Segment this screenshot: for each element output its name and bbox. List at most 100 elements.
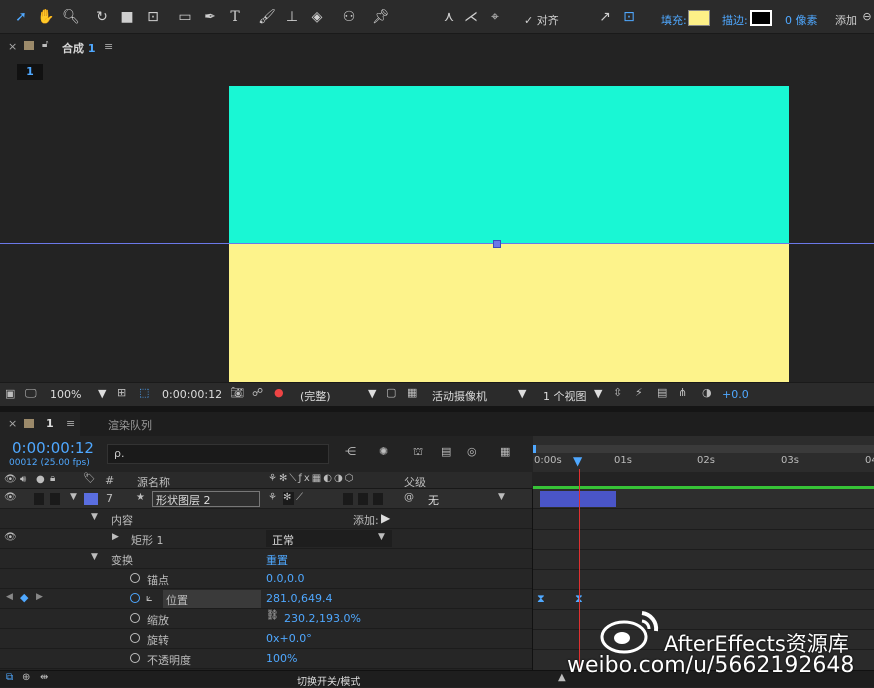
playhead-line[interactable] <box>579 469 580 671</box>
snapshot-icon[interactable]: 📷︎ <box>230 386 244 399</box>
stretch-pane-icon[interactable]: ⇹ <box>40 672 48 683</box>
rotate-tool-icon[interactable]: ↻ <box>93 8 111 26</box>
blend-mode-select[interactable]: 正常 ▼ <box>266 530 392 547</box>
graph-editor-icon[interactable]: ▦ <box>500 445 510 458</box>
align-checkbox[interactable]: ✓ 对齐 <box>524 12 559 28</box>
clone-stamp-tool-icon[interactable]: ⊥ <box>283 8 301 26</box>
pan-behind-tool-icon[interactable]: ⊡ <box>144 8 162 26</box>
panel-menu-icon[interactable]: ≡ <box>66 417 75 430</box>
property-value[interactable]: 230.2,193.0% <box>284 612 361 625</box>
property-value[interactable]: 0.0,0.0 <box>266 572 304 585</box>
eraser-tool-icon[interactable]: ◈ <box>308 8 326 26</box>
selection-tool-icon[interactable]: ➚ <box>12 8 30 26</box>
rectangle-group-label[interactable]: 矩形 1 <box>131 532 164 548</box>
property-value[interactable]: 0x+0.0° <box>266 632 312 645</box>
camera-tool-icon[interactable]: ■ <box>118 8 136 26</box>
axis-view-icon[interactable]: ⌖ <box>486 8 504 26</box>
composition-viewer[interactable] <box>0 84 874 382</box>
resolution-dropdown-icon[interactable]: ▼ <box>368 387 376 400</box>
exposure-value[interactable]: +0.0 <box>722 388 749 401</box>
text-tool-icon[interactable]: T <box>226 8 244 26</box>
work-area-bar[interactable] <box>534 445 874 453</box>
graph-icon[interactable]: ⟀ <box>146 591 153 605</box>
rectangle-tool-icon[interactable]: ▭ <box>176 8 194 26</box>
flowchart-icon[interactable]: ⋔ <box>678 386 687 399</box>
color-channels-icon[interactable]: ● <box>274 386 284 399</box>
stroke-swatch[interactable] <box>750 10 772 26</box>
viewer-timecode[interactable]: 0:00:00:12 <box>162 388 222 401</box>
comp-tab[interactable]: 合成 1 <box>62 40 96 56</box>
property-value[interactable]: 281.0,649.4 <box>266 592 332 605</box>
eye-icon[interactable]: 👁︎ <box>4 532 17 543</box>
brush-tool-icon[interactable]: 🖌︎ <box>258 8 276 26</box>
zoom-dropdown-icon[interactable]: ▼ <box>98 387 106 400</box>
snap-icon[interactable]: ↗ <box>596 8 614 26</box>
shy-layers-icon[interactable]: ⛫ <box>413 445 423 460</box>
stopwatch-icon[interactable] <box>130 613 140 623</box>
safe-zones-icon[interactable]: ⊞ <box>117 386 126 399</box>
close-icon[interactable]: × <box>8 40 17 53</box>
reset-exposure-icon[interactable]: ◑ <box>702 386 712 399</box>
transparency-grid-icon[interactable]: ⬚ <box>139 386 149 399</box>
expand-triangle-icon[interactable]: ▼ <box>91 512 98 522</box>
transfer-controls-icon[interactable]: ⊕ <box>22 672 30 683</box>
layer-duration-bar[interactable] <box>540 491 616 507</box>
playhead-handle[interactable]: ▼ <box>573 455 582 467</box>
collapse-switch-icon[interactable]: ✻ <box>283 492 294 505</box>
camera-select[interactable]: 活动摄像机 <box>432 388 487 404</box>
eye-icon[interactable]: 👁︎ <box>4 492 17 503</box>
layer-name[interactable]: 形状图层 2 <box>152 491 260 507</box>
property-value[interactable]: 100% <box>266 652 297 665</box>
zoom-out-icon[interactable]: ▲ <box>558 672 566 683</box>
zoom-level[interactable]: 100% <box>50 388 81 401</box>
pickwhip-icon[interactable]: @ <box>404 492 414 503</box>
monitor-icon[interactable]: 🖵 <box>25 386 37 401</box>
frame-blending-icon[interactable]: ▤ <box>441 445 451 458</box>
keyframe-icon[interactable]: ⧗ <box>537 592 545 606</box>
add-menu-icon[interactable]: ▶ <box>381 511 390 525</box>
add-menu-icon[interactable]: ⊖ <box>858 8 874 26</box>
camera-dropdown-icon[interactable]: ▼ <box>518 387 526 400</box>
timeline-icon[interactable]: ▤ <box>657 386 667 399</box>
add-keyframe-icon[interactable]: ◆ <box>20 591 28 604</box>
view-dropdown-icon[interactable]: ▼ <box>594 387 602 400</box>
lock-toggle[interactable] <box>50 493 60 505</box>
expand-triangle-icon[interactable]: ▼ <box>70 492 77 502</box>
axis-local-icon[interactable]: ⋏ <box>440 8 458 26</box>
zoom-tool-icon[interactable]: 🔍︎ <box>62 8 80 26</box>
pixel-aspect-icon[interactable]: ⇳ <box>613 386 622 399</box>
pen-tool-icon[interactable]: ✒ <box>201 8 219 26</box>
stopwatch-icon[interactable] <box>130 573 140 583</box>
axis-world-icon[interactable]: ⋌ <box>462 8 480 26</box>
current-time[interactable]: 0:00:00:12 <box>12 439 94 457</box>
shy-switch-icon[interactable]: ⚘ <box>268 492 277 503</box>
prev-keyframe-icon[interactable]: ◀ <box>6 592 13 602</box>
stroke-width[interactable]: 0 像素 <box>785 12 818 28</box>
label-color-swatch[interactable] <box>84 493 98 505</box>
motion-blur-switch[interactable] <box>358 493 368 505</box>
source-name-column[interactable]: 源名称 <box>137 474 170 490</box>
always-preview-icon[interactable]: ▣ <box>5 387 15 400</box>
solo-toggle[interactable] <box>34 493 44 505</box>
add-label[interactable]: 添加 <box>835 12 857 28</box>
fast-preview-icon[interactable]: ⚡ <box>635 386 643 399</box>
parent-select[interactable]: 无 <box>428 492 439 508</box>
layer-row[interactable]: 👁︎ ▼ 7 ★ 形状图层 2 ⚘ ✻ ⟋ @ 无 ▼ <box>0 489 532 509</box>
stopwatch-icon[interactable] <box>130 633 140 643</box>
comp-flowchart-icon[interactable]: ⋲ <box>345 445 356 458</box>
layer-switches-icon[interactable]: ⧉ <box>6 672 13 683</box>
view-layout-select[interactable]: 1 个视图 <box>543 388 587 404</box>
hand-tool-icon[interactable]: ✋ <box>37 8 55 26</box>
constrain-proportions-icon[interactable]: ⛓ <box>266 610 279 621</box>
comp-nav-tab[interactable]: 1 <box>17 64 43 80</box>
fill-swatch[interactable] <box>688 10 710 26</box>
collapse-triangle-icon[interactable]: ▶ <box>112 532 119 542</box>
puppet-pin-tool-icon[interactable]: 📌︎ <box>372 8 390 26</box>
draft-3d-icon[interactable]: ✺ <box>379 445 388 458</box>
expand-triangle-icon[interactable]: ▼ <box>91 552 98 562</box>
work-area-start[interactable] <box>533 445 536 453</box>
parent-dropdown-icon[interactable]: ▼ <box>498 492 505 502</box>
anchor-point-handle[interactable] <box>493 240 501 248</box>
toggle-switches-modes[interactable]: 切换开关/模式 <box>297 673 360 688</box>
checkerboard-icon[interactable]: ▦ <box>407 386 417 399</box>
